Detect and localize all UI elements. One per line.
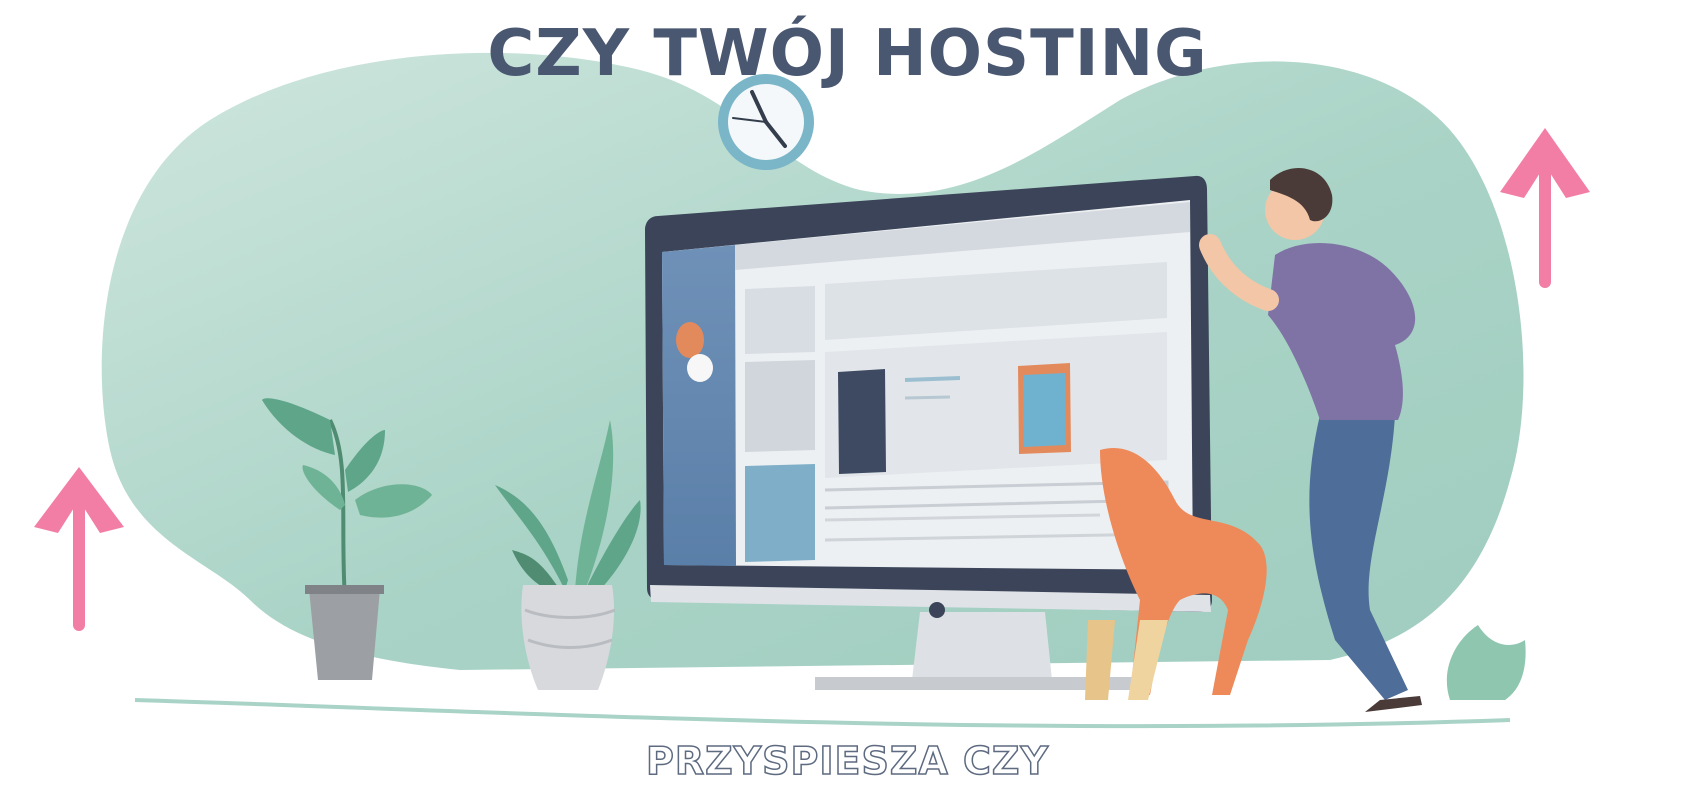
bush-right — [1446, 625, 1526, 700]
floor-line — [134, 698, 1511, 729]
arrow-up-icon — [34, 467, 124, 631]
headline: CZY TWÓJ HOSTING — [487, 17, 1208, 91]
arrow-up-icon — [1500, 128, 1590, 288]
subheadline: PRZYSPIESZA CZY — [645, 738, 1049, 784]
illustration-scene — [34, 52, 1590, 729]
